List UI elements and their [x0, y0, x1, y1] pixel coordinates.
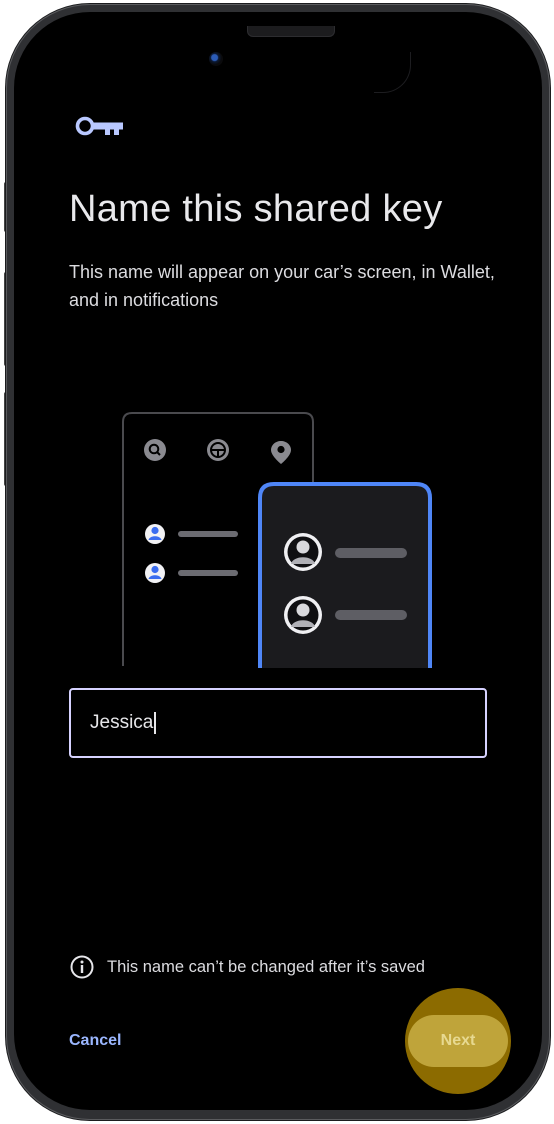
list-line — [335, 610, 407, 620]
avatar — [284, 596, 322, 634]
key-icon — [75, 116, 123, 136]
page-title: Name this shared key — [69, 188, 443, 230]
cancel-button[interactable]: Cancel — [69, 1028, 121, 1054]
front-camera — [209, 52, 223, 66]
steering-wheel-icon — [207, 439, 229, 461]
list-line — [178, 570, 238, 576]
next-button[interactable]: Next — [408, 1015, 508, 1067]
avatar — [284, 533, 322, 571]
page-subtitle: This name will appear on your car’s scre… — [69, 262, 495, 310]
person-icon — [145, 563, 165, 583]
screen-notch-curve — [374, 52, 411, 93]
key-name-input[interactable]: Jessica — [69, 688, 487, 758]
list-line — [335, 548, 407, 558]
key-name-value: Jessica — [90, 712, 154, 733]
search-icon — [144, 439, 166, 461]
info-notice: This name can’t be changed after it’s sa… — [69, 954, 425, 980]
shared-key-illustration — [122, 412, 432, 668]
info-icon — [70, 955, 94, 979]
speaker-slot — [247, 26, 335, 37]
text-cursor — [154, 712, 157, 734]
info-text: This name can’t be changed after it’s sa… — [107, 957, 425, 976]
canvas: Name this shared key This name will appe… — [0, 0, 554, 1124]
list-line — [178, 531, 238, 537]
phone-graphic — [258, 482, 432, 668]
person-icon — [145, 524, 165, 544]
